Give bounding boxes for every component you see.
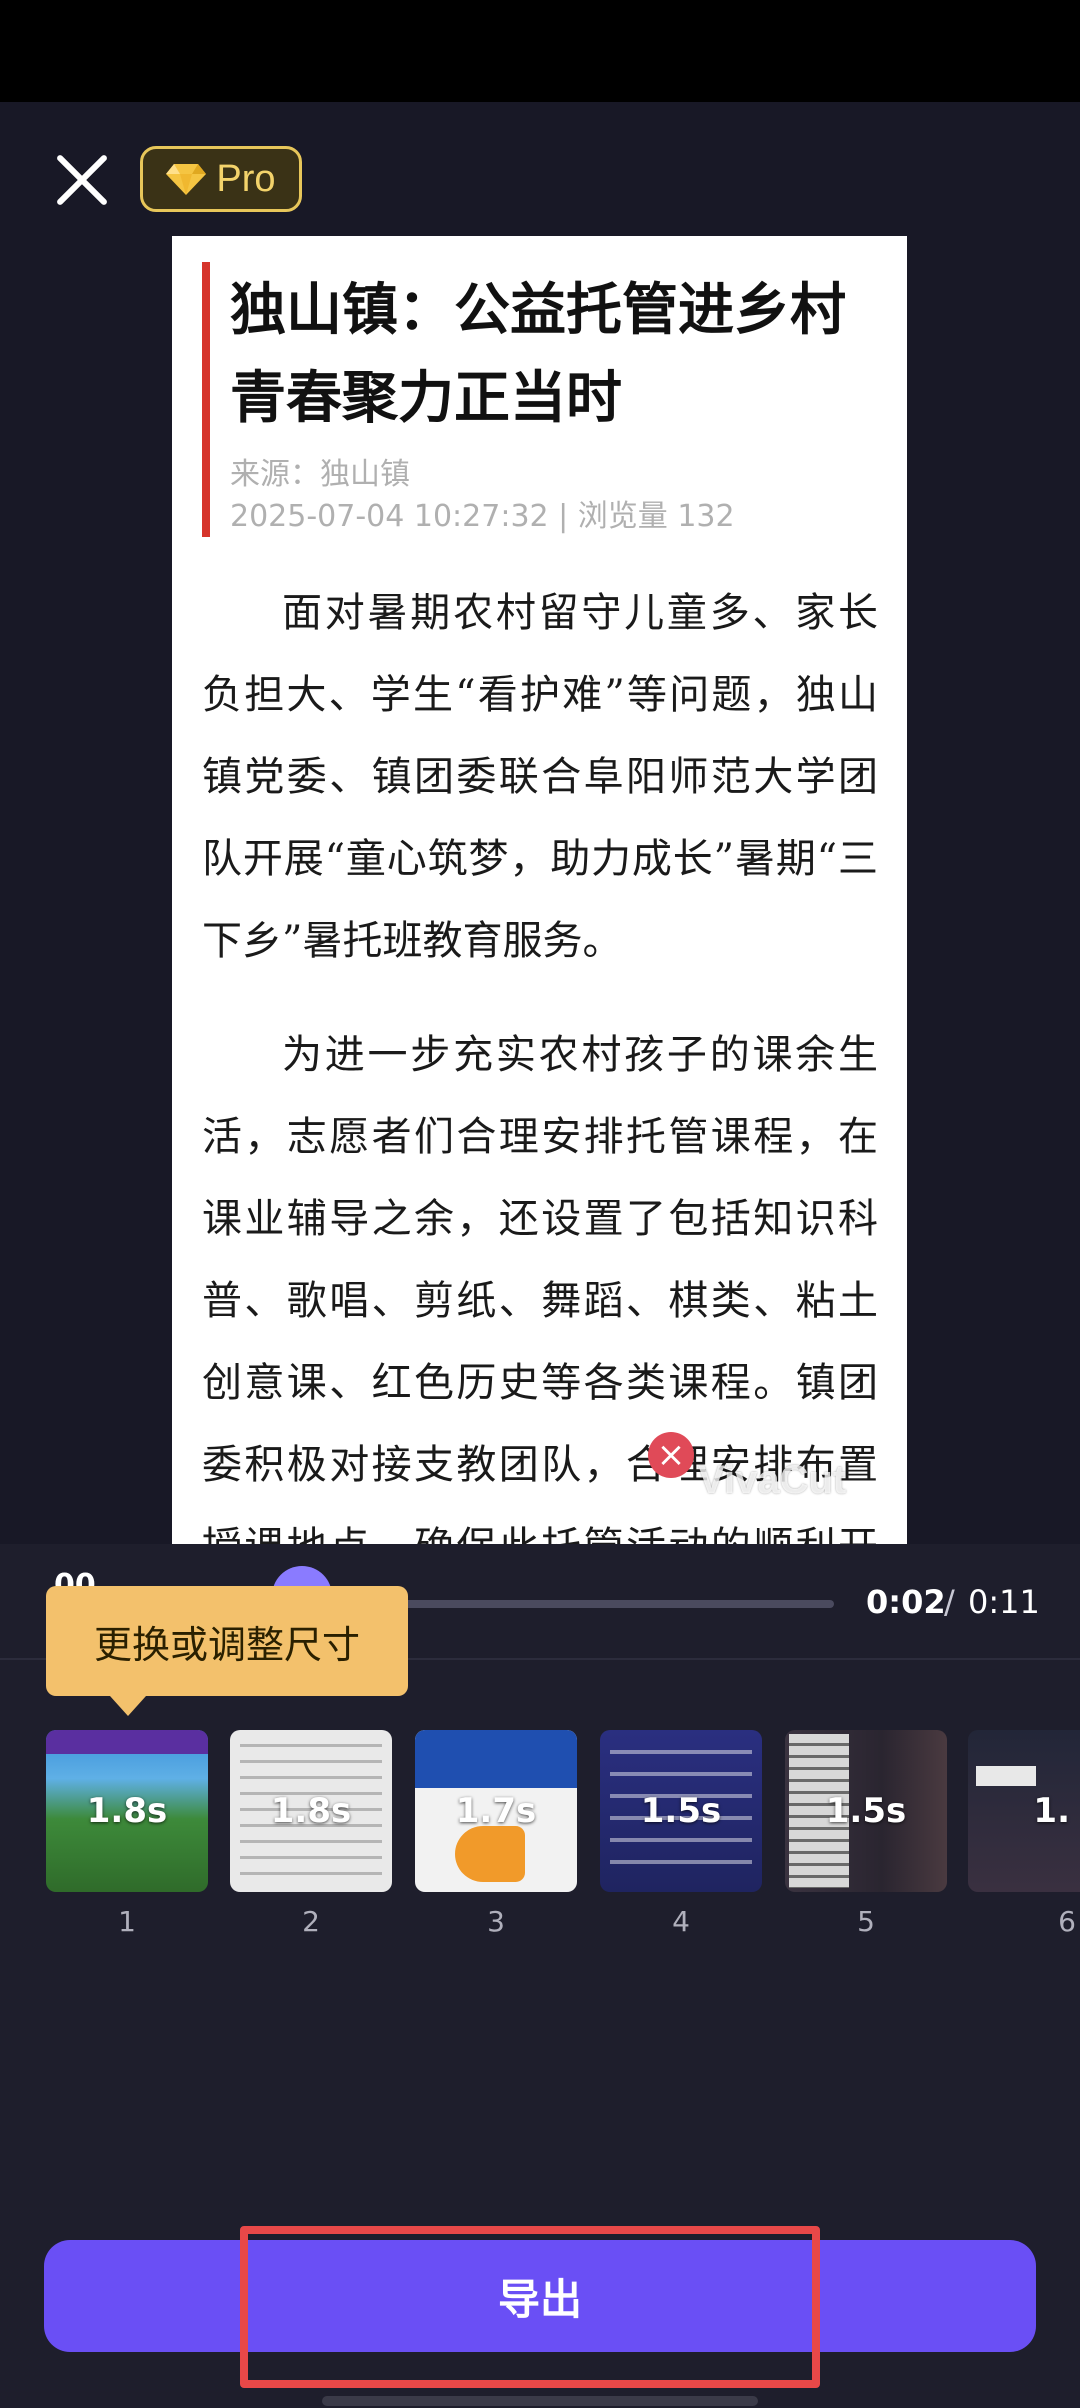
clip-duration: 1.8s	[270, 1791, 352, 1831]
clip-thumbnail-2[interactable]: 1.8s	[230, 1730, 392, 1892]
clip-duration: 1.5s	[640, 1791, 722, 1831]
clip-thumbnail-1[interactable]: 1.8s	[46, 1730, 208, 1892]
article-body: 面对暑期农村留守儿童多、家长负担大、学生“看护难”等问题，独山镇党委、镇团委联合…	[202, 572, 878, 1544]
video-preview[interactable]: 独山镇：公益托管进乡村青春聚力正当时 来源：独山镇 2025-07-04 10:…	[172, 236, 907, 1544]
status-bar	[0, 0, 1080, 102]
remove-watermark-icon[interactable]: ×	[648, 1432, 694, 1478]
time-separator: /	[944, 1583, 955, 1621]
clip-number: 3	[487, 1905, 505, 1938]
home-indicator	[322, 2396, 758, 2406]
clip-duration: 1.8s	[86, 1791, 168, 1831]
total-time: 0:11	[968, 1583, 1040, 1621]
article-paragraph: 面对暑期农村留守儿童多、家长负担大、学生“看护难”等问题，独山镇党委、镇团委联合…	[202, 590, 878, 964]
watermark[interactable]: × VivaCut	[648, 1432, 888, 1512]
pro-badge[interactable]: Pro	[140, 146, 302, 212]
title-accent-bar	[202, 262, 210, 537]
pro-label: Pro	[216, 157, 276, 200]
clip-number: 1	[118, 1905, 136, 1938]
clip-duration: 1.	[1033, 1791, 1070, 1831]
article-date-views: 2025-07-04 10:27:32 | 浏览量 132	[230, 499, 735, 534]
clip-thumbnail-5[interactable]: 1.5s	[785, 1730, 947, 1892]
clip-number: 5	[857, 1905, 875, 1938]
article-title: 独山镇：公益托管进乡村青春聚力正当时	[230, 277, 846, 431]
clip-thumbnail-4[interactable]: 1.5s	[600, 1730, 762, 1892]
resize-tooltip: 更换或调整尺寸	[46, 1586, 408, 1696]
export-highlight-box	[240, 2226, 820, 2388]
diamond-icon	[166, 164, 207, 195]
tooltip-arrow	[110, 1696, 146, 1716]
clip-number: 2	[302, 1905, 320, 1938]
watermark-text: VivaCut	[698, 1458, 847, 1502]
clip-duration: 1.7s	[455, 1791, 537, 1831]
article-meta: 来源：独山镇 2025-07-04 10:27:32 | 浏览量 132	[230, 454, 735, 538]
clip-thumbnail-6[interactable]: 1.	[968, 1730, 1080, 1892]
current-time: 0:02	[866, 1583, 946, 1621]
article-source: 来源：独山镇	[230, 457, 410, 492]
close-button[interactable]	[52, 150, 112, 210]
clip-duration: 1.5s	[825, 1791, 907, 1831]
clip-thumbnail-3[interactable]: 1.7s	[415, 1730, 577, 1892]
clip-number: 4	[672, 1905, 690, 1938]
clip-number: 6	[1058, 1905, 1076, 1938]
